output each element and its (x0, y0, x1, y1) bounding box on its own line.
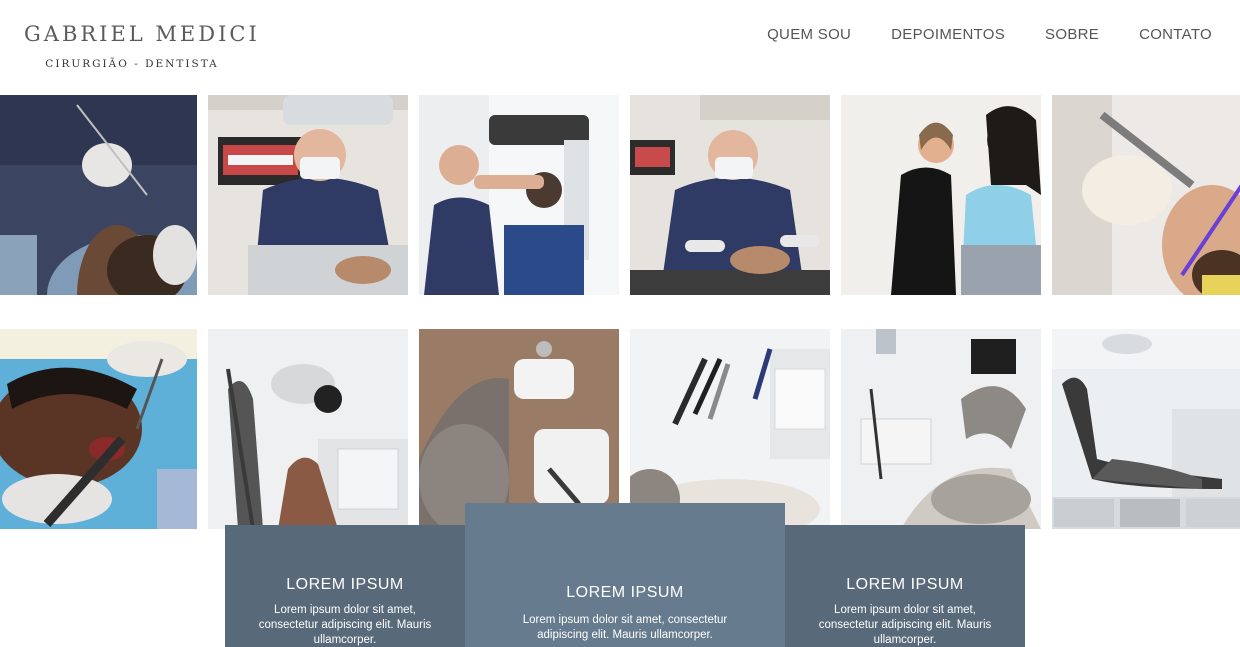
feature-card-3: LOREM IPSUM Lorem ipsum dolor sit amet, … (785, 525, 1025, 647)
gallery-image-dental-clinic-collage[interactable] (1052, 329, 1240, 529)
gallery-image-dental-chair-top-view[interactable] (419, 329, 619, 529)
main-nav: QUEM SOU DEPOIMENTOS SOBRE CONTATO (767, 26, 1212, 43)
gallery-image-dentist-portrait-blue-scrubs[interactable] (208, 95, 408, 295)
gallery-image-dental-tool-closeup[interactable] (1052, 95, 1240, 295)
brand-logo[interactable]: GABRIEL MEDICI CIRURGIÃO - DENTISTA (24, 22, 260, 70)
brand-name: GABRIEL MEDICI (24, 22, 260, 46)
gallery-image-dental-instruments-tray[interactable] (630, 329, 830, 529)
nav-link-depoimentos[interactable]: DEPOIMENTOS (891, 26, 1005, 43)
brand-subtitle: CIRURGIÃO - DENTISTA (45, 58, 219, 70)
gallery-image-assistant-with-patient[interactable] (841, 95, 1041, 295)
nav-link-sobre[interactable]: SOBRE (1045, 26, 1099, 43)
feature-card-1: LOREM IPSUM Lorem ipsum dolor sit amet, … (225, 525, 465, 647)
feature-card-title: LOREM IPSUM (566, 584, 684, 601)
feature-card-title: LOREM IPSUM (846, 576, 964, 593)
nav-link-contato[interactable]: CONTATO (1139, 26, 1212, 43)
feature-card-text: Lorem ipsum dolor sit amet, consectetur … (522, 614, 728, 641)
feature-card-text: Lorem ipsum dolor sit amet, consectetur … (818, 604, 992, 646)
gallery-image-dental-chair-lamp[interactable] (208, 329, 408, 529)
feature-card-text: Lorem ipsum dolor sit amet, consectetur … (258, 604, 432, 646)
gallery-image-dentist-treating-patient[interactable] (0, 95, 197, 295)
feature-card-2: LOREM IPSUM Lorem ipsum dolor sit amet, … (465, 503, 785, 647)
gallery-image-dental-clinic-room[interactable] (841, 329, 1041, 529)
gallery-image-dentist-xray-machine[interactable] (419, 95, 619, 295)
gallery-image-dentist-with-patient-chair[interactable] (630, 95, 830, 295)
gallery-image-patient-mouth-exam[interactable] (0, 329, 197, 529)
nav-link-quem-sou[interactable]: QUEM SOU (767, 26, 851, 43)
feature-card-title: LOREM IPSUM (286, 576, 404, 593)
